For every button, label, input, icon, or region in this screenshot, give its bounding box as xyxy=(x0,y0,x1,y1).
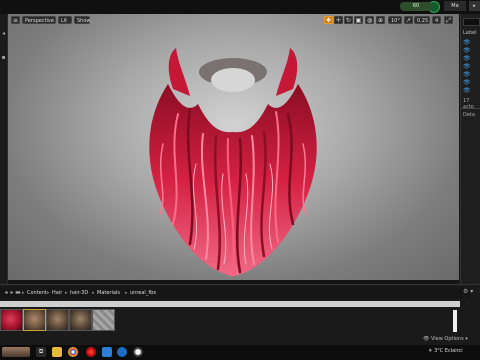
maximize-viewport-icon[interactable]: ⤢ xyxy=(444,16,453,24)
breadcrumb-item[interactable]: Hair xyxy=(52,289,62,297)
lit-button[interactable]: Lit xyxy=(58,16,72,24)
content-browser-scrollbar[interactable] xyxy=(453,310,457,332)
perspective-button[interactable]: Perspective xyxy=(22,16,56,24)
taskbar-preview-thumbnail[interactable] xyxy=(2,347,30,357)
outliner-label-header: Label xyxy=(463,30,477,36)
visibility-eye-icon[interactable]: 👁 xyxy=(463,48,471,54)
level-viewport[interactable]: ≡ Perspective Lit Show ✥ ✛ ↻ ▣ ◍ ⊕ 10° ↗… xyxy=(8,14,459,280)
visibility-eye-icon[interactable]: 👁 xyxy=(463,88,471,94)
unreal-engine-icon[interactable] xyxy=(133,347,143,357)
task-view-icon[interactable]: ⧉ xyxy=(36,347,46,357)
right-sideburn xyxy=(276,48,298,96)
visibility-eye-icon[interactable]: 👁 xyxy=(463,80,471,86)
select-mode-icon[interactable]: ✥ xyxy=(324,16,333,24)
asset-thumbnail[interactable] xyxy=(69,309,92,331)
breadcrumb-item[interactable]: Materials xyxy=(97,289,120,297)
panel-toggle-button[interactable]: ▸ xyxy=(469,1,480,11)
grid-snap-value: 0.25 xyxy=(417,18,429,24)
breadcrumb-separator: ▸ xyxy=(47,290,50,296)
app-icon[interactable] xyxy=(117,347,127,357)
view-options-button[interactable]: 👁 View Options ▾ xyxy=(423,336,468,342)
translate-icon[interactable]: ✛ xyxy=(334,16,343,24)
visibility-eye-icon[interactable]: 👁 xyxy=(463,40,471,46)
mouth-gap xyxy=(211,68,255,92)
content-browser-path-bar: ◂ ▸ ▬ ▸ Content ▸ Hair ▸ hair-3D ▸ Mater… xyxy=(0,287,470,299)
view-options-label: View Options xyxy=(430,336,464,342)
rotate-icon[interactable]: ↻ xyxy=(344,16,353,24)
scale-snap-icon[interactable]: ↗ xyxy=(404,16,413,24)
asset-thumbnail[interactable] xyxy=(0,309,23,331)
asset-thumbnail[interactable] xyxy=(92,309,115,331)
perspective-label: Perspective xyxy=(25,18,54,24)
opera-icon[interactable] xyxy=(86,347,96,357)
camera-speed-button[interactable]: 10° xyxy=(388,16,402,24)
camera-speed-value: 10° xyxy=(391,18,400,24)
grid-snap-button[interactable]: 0.25 xyxy=(414,16,430,24)
content-search-bar[interactable] xyxy=(0,301,460,307)
show-button[interactable]: Show xyxy=(74,16,91,24)
asset-thumbnail[interactable] xyxy=(23,309,46,331)
breadcrumb-separator: ▸ xyxy=(92,290,95,296)
viewport-toolbar: ≡ Perspective Lit Show ✥ ✛ ↻ ▣ ◍ ⊕ 10° ↗… xyxy=(8,14,459,27)
scale-icon[interactable]: ▣ xyxy=(354,16,363,24)
fps-indicator: 60 xyxy=(400,2,432,11)
surface-snap-icon[interactable]: ⊕ xyxy=(376,16,385,24)
asset-thumbnail[interactable] xyxy=(46,309,69,331)
breadcrumb-item[interactable]: unreal_fbx xyxy=(130,289,156,297)
beard-hair-model[interactable] xyxy=(128,44,338,280)
breadcrumb-item[interactable]: hair-3D xyxy=(70,289,88,297)
breadcrumb-item[interactable]: Content xyxy=(27,289,47,297)
visibility-eye-icon[interactable]: 👁 xyxy=(463,72,471,78)
lit-label: Lit xyxy=(61,18,68,24)
layers-value: 4 xyxy=(435,18,439,24)
world-local-icon[interactable]: ◍ xyxy=(365,16,374,24)
visibility-eye-icon[interactable]: 👁 xyxy=(463,56,471,62)
panel-divider xyxy=(461,108,480,109)
system-tray: ☀ 3°C Eclairci xyxy=(428,348,463,354)
breadcrumb-separator: ▸ xyxy=(125,290,128,296)
mode-button[interactable]: Ma xyxy=(444,1,466,11)
outliner-search-input[interactable] xyxy=(463,18,480,26)
visibility-eye-icon[interactable]: 👁 xyxy=(463,64,471,70)
breadcrumb-separator: ▸ xyxy=(22,290,25,296)
rail-arrow-icon[interactable]: ◂ xyxy=(0,30,7,38)
folder-icon[interactable]: ▬ xyxy=(14,288,22,297)
details-tab[interactable]: Deta xyxy=(463,112,475,118)
breadcrumb-separator: ▸ xyxy=(65,290,68,296)
content-browser-settings-icon[interactable]: ⚙ ▾ xyxy=(463,288,473,295)
layers-button[interactable]: 4 xyxy=(432,16,441,24)
left-sideburn xyxy=(168,48,190,96)
show-label: Show xyxy=(77,18,91,24)
file-explorer-icon[interactable] xyxy=(52,347,62,357)
photoshop-icon[interactable] xyxy=(102,347,112,357)
viewport-menu-icon[interactable]: ≡ xyxy=(11,16,20,24)
weather-text: 3°C Eclairci xyxy=(434,348,463,354)
rail-grid-icon[interactable]: ▪ xyxy=(0,54,7,62)
chrome-icon[interactable] xyxy=(68,347,78,357)
